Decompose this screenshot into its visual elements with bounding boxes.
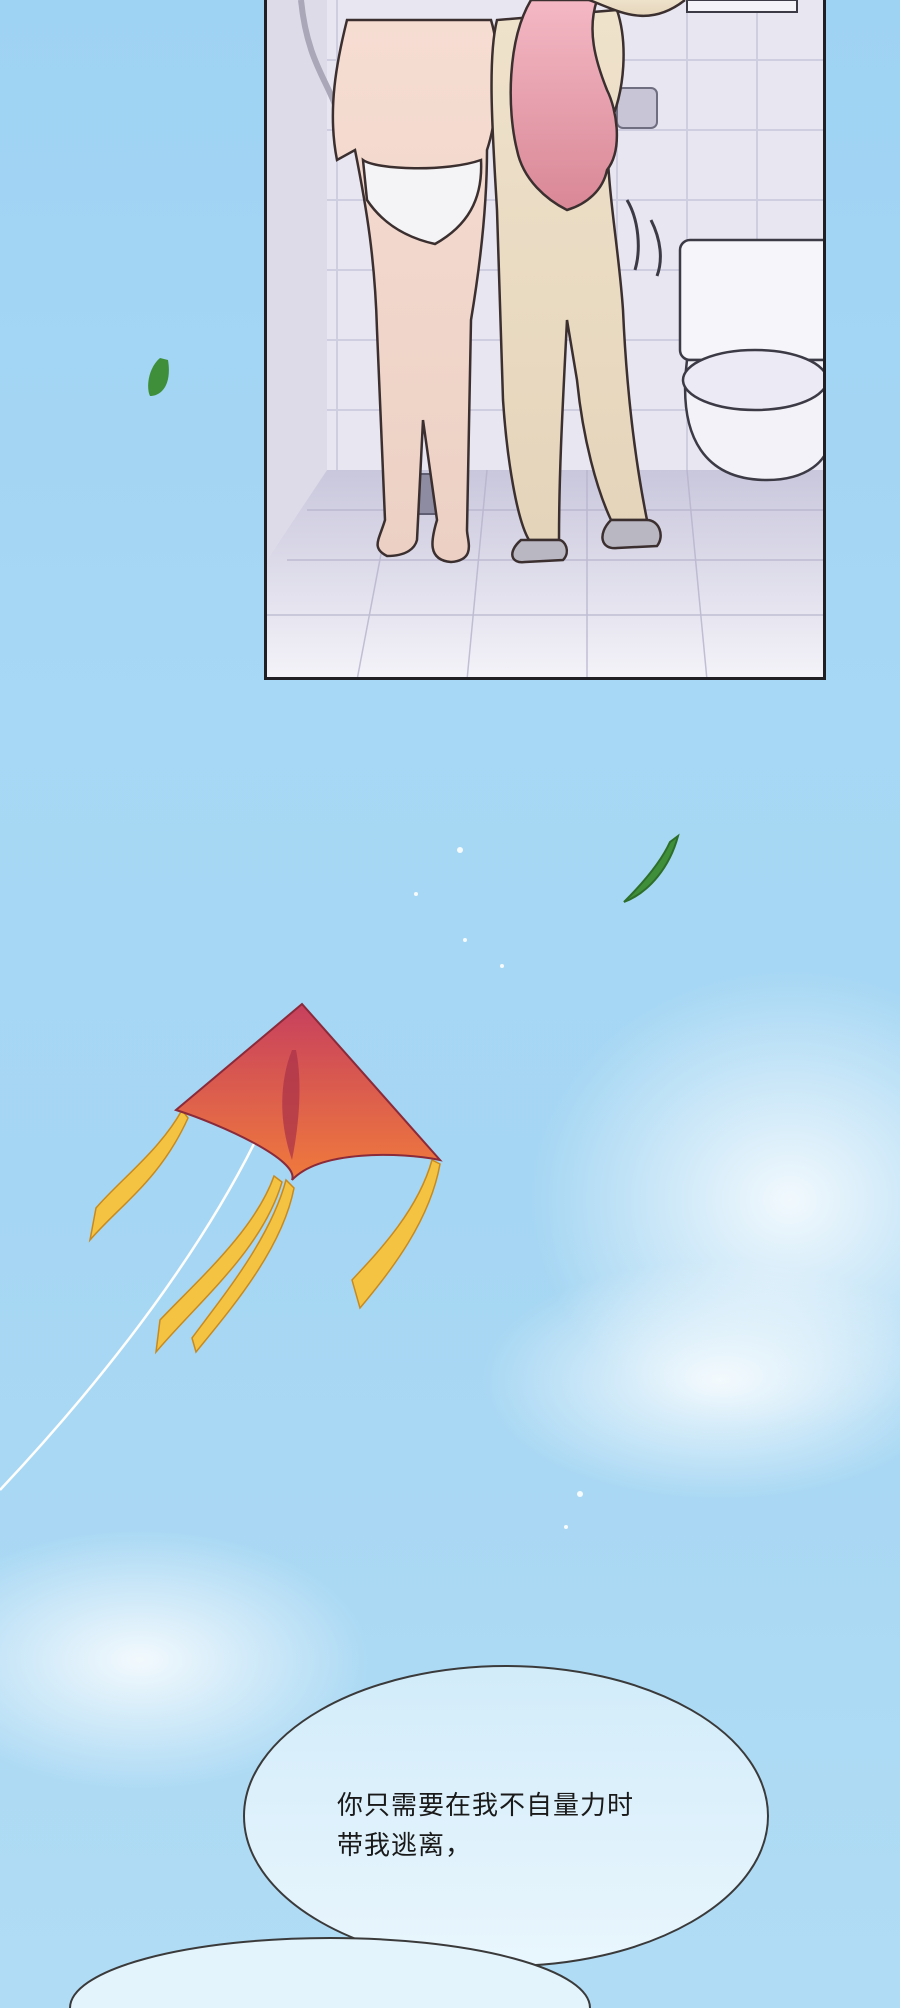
leaf-icon <box>148 358 169 396</box>
bathroom-illustration <box>267 0 823 677</box>
soap-holder <box>616 87 658 129</box>
leaf-icon <box>623 833 680 903</box>
speech-bubble-text: 你只需要在我不自量力时 带我逃离， <box>337 1786 737 1866</box>
shelf <box>686 0 798 13</box>
bathroom-panel <box>264 0 826 680</box>
dialogue-line-2: 带我逃离， <box>337 1831 473 1861</box>
toilet <box>678 238 823 482</box>
dialogue-line-1: 你只需要在我不自量力时 <box>337 1791 635 1821</box>
kite-icon <box>173 1002 443 1181</box>
cloud-right-lower <box>480 1260 900 1500</box>
